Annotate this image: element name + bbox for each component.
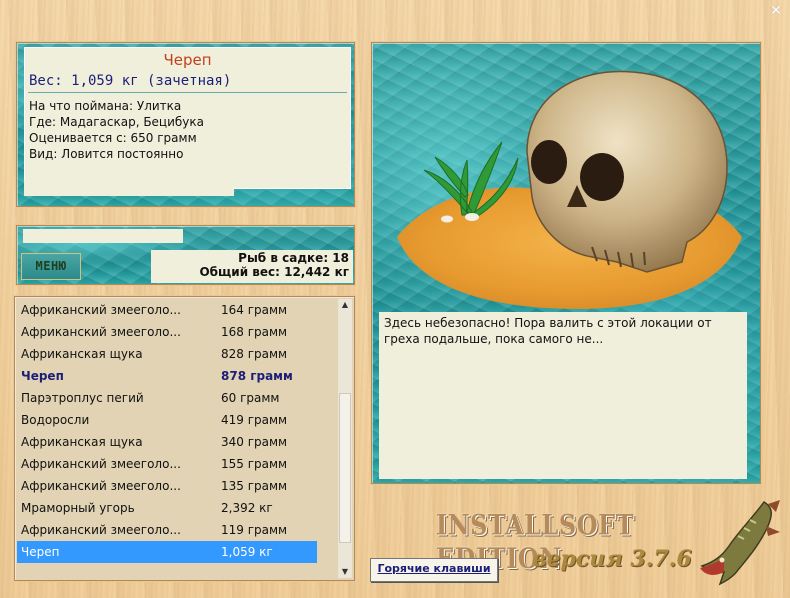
catch-list-item[interactable]: Череп 878 грамм xyxy=(17,365,337,387)
catch-item-weight: 1,059 кг xyxy=(221,545,273,559)
catch-item-weight: 419 грамм xyxy=(221,413,288,427)
catch-weight: Вес: 1,059 кг (зачетная) xyxy=(29,73,232,89)
catch-list-item[interactable]: Африканский змееголо... 168 грамм xyxy=(17,321,337,343)
bait-line: На что поймана: Улитка xyxy=(29,99,182,113)
pike-fish-icon xyxy=(694,496,786,592)
menu-button[interactable]: МЕНЮ xyxy=(21,253,81,280)
catch-list-item[interactable]: Череп 1,059 кг xyxy=(17,541,317,563)
total-weight: Общий вес: 12,442 кг xyxy=(199,265,349,279)
catch-item-weight: 828 грамм xyxy=(221,347,288,361)
close-icon[interactable]: ✕ xyxy=(768,3,784,19)
catch-info-box: Череп Вес: 1,059 кг (зачетная) На что по… xyxy=(24,47,351,189)
catch-item-weight: 164 грамм xyxy=(221,303,288,317)
catch-list-item[interactable]: Мраморный угорь 2,392 кг xyxy=(17,497,337,519)
catch-item-name: Череп xyxy=(21,545,60,559)
catch-item-weight: 2,392 кг xyxy=(221,501,273,515)
catch-item-name: Мраморный угорь xyxy=(21,501,135,515)
catch-list-item[interactable]: Водоросли 419 грамм xyxy=(17,409,337,431)
catch-list-item[interactable]: Африканский змееголо... 155 грамм xyxy=(17,453,337,475)
catch-item-weight: 340 грамм xyxy=(221,435,288,449)
catch-item-name: Череп xyxy=(21,369,64,383)
fish-count: Рыб в садке: 18 xyxy=(238,251,349,265)
scrollbar[interactable]: ▲ ▼ xyxy=(338,299,352,578)
stats-empty-field xyxy=(23,229,183,243)
catch-item-weight: 155 грамм xyxy=(221,457,288,471)
catch-item-weight: 168 грамм xyxy=(221,325,288,339)
catch-item-weight: 60 грамм xyxy=(221,391,280,405)
catch-item-name: Парэтроплус пегий xyxy=(21,391,144,405)
catch-item-name: Африканская щука xyxy=(21,347,143,361)
catch-item-name: Африканский змееголо... xyxy=(21,523,181,537)
location-line: Где: Мадагаскар, Бецибука xyxy=(29,115,205,129)
catch-item-weight: 135 грамм xyxy=(221,479,288,493)
hotkeys-button[interactable]: Горячие клавиши xyxy=(370,558,498,582)
catch-item-name: Африканский змееголо... xyxy=(21,303,181,317)
catch-item-name: Африканский змееголо... xyxy=(21,457,181,471)
catch-list-item[interactable]: Африканский змееголо... 119 грамм xyxy=(17,519,337,541)
catch-item-name: Водоросли xyxy=(21,413,90,427)
scroll-down-icon[interactable]: ▼ xyxy=(338,566,352,578)
valued-line: Оценивается с: 650 грамм xyxy=(29,131,197,145)
catch-item-name: Африканский змееголо... xyxy=(21,325,181,339)
catch-list-item[interactable]: Африканский змееголо... 135 грамм xyxy=(17,475,337,497)
keepnet-stats-panel: МЕНЮ Рыб в садке: 18 Общий вес: 12,442 к… xyxy=(16,225,355,285)
catch-list-panel: Африканский змееголо... 164 грамм Африканс… xyxy=(14,296,355,581)
skull-island-image xyxy=(377,47,747,310)
kind-line: Вид: Ловится постоянно xyxy=(29,147,184,161)
catch-item-weight: 878 грамм xyxy=(221,369,293,383)
catch-item-name: Африканский змееголо... xyxy=(21,479,181,493)
catch-list-item[interactable]: Африканская щука 828 грамм xyxy=(17,343,337,365)
catch-list-item[interactable]: Африканская щука 340 грамм xyxy=(17,431,337,453)
scroll-thumb[interactable] xyxy=(339,393,351,543)
location-message: Здесь небезопасно! Пора валить с этой ло… xyxy=(379,312,747,479)
catch-list[interactable]: Африканский змееголо... 164 грамм Африканс… xyxy=(17,299,337,578)
catch-info-panel: Череп Вес: 1,059 кг (зачетная) На что по… xyxy=(16,42,355,207)
catch-list-item[interactable]: Парэтроплус пегий 60 грамм xyxy=(17,387,337,409)
catch-item-weight: 119 грамм xyxy=(221,523,288,537)
catch-list-item[interactable]: Африканский змееголо... 164 грамм xyxy=(17,299,337,321)
location-scene-panel: Здесь небезопасно! Пора валить с этой ло… xyxy=(371,42,761,484)
catch-title: Череп xyxy=(163,51,212,69)
info-empty-field xyxy=(24,180,234,196)
scroll-up-icon[interactable]: ▲ xyxy=(338,299,352,311)
keepnet-stats-box: Рыб в садке: 18 Общий вес: 12,442 кг xyxy=(151,250,353,283)
info-divider xyxy=(28,92,347,93)
catch-item-name: Африканская щука xyxy=(21,435,143,449)
version-label: версия 3.7.6 xyxy=(532,546,692,572)
